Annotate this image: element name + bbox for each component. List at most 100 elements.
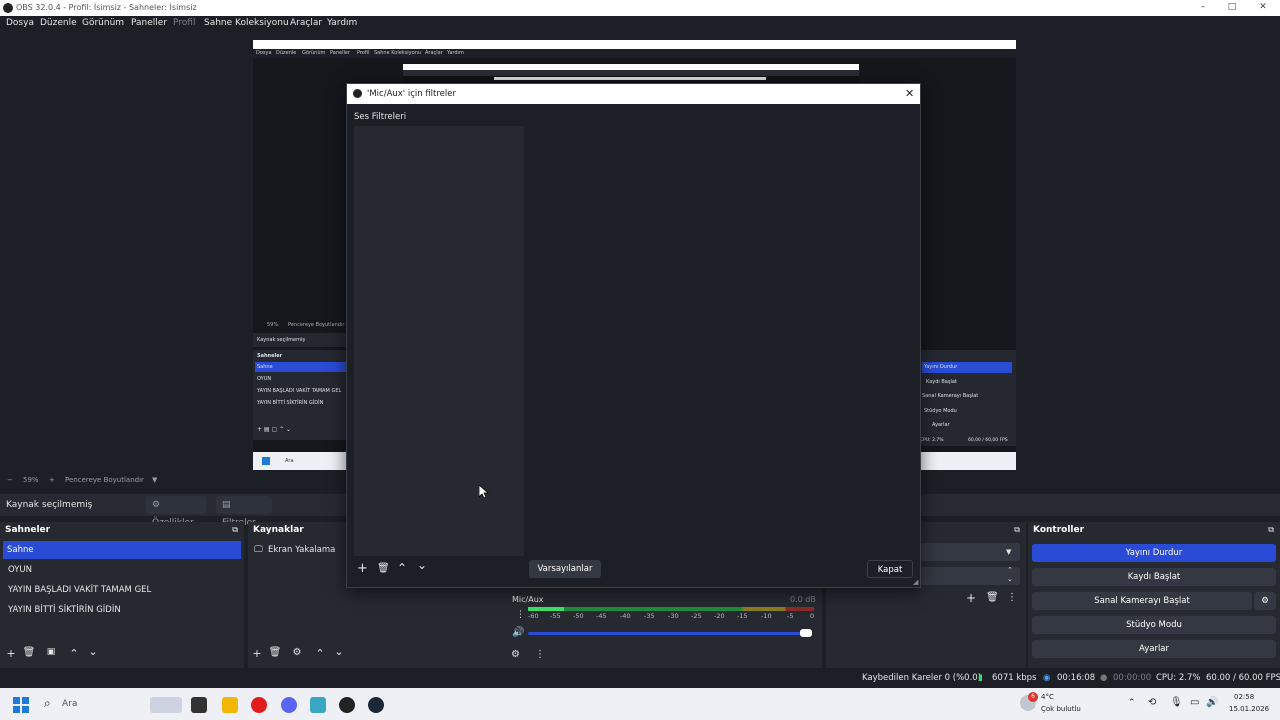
menu-tools[interactable]: Araçlar <box>290 18 322 28</box>
meter-ticks: -60 -55 -50 -45 -40 -35 -30 -25 -20 -15 … <box>528 612 814 620</box>
tray-chevron-icon[interactable]: ⌃ <box>1128 698 1136 708</box>
move-down-icon[interactable]: ⌄ <box>86 645 100 658</box>
chevron-down-icon[interactable]: ⌄ <box>1007 575 1013 583</box>
taskbar-search[interactable]: Ara <box>62 699 77 709</box>
windows-start-icon[interactable] <box>13 697 29 713</box>
mixer-db-value: 0.0 dB <box>790 595 816 604</box>
nested-tray <box>920 452 1016 470</box>
advanced-audio-icon[interactable]: ⚙ <box>511 649 520 660</box>
chevron-down-icon[interactable]: ▼ <box>152 476 157 484</box>
steam-icon[interactable] <box>368 697 384 713</box>
scene-item[interactable]: YAYIN BİTTİ SİKTİRİN GİDİN <box>4 601 240 619</box>
remove-source-button[interactable]: 🗑 <box>268 647 282 658</box>
menu-edit[interactable]: Düzenle <box>40 18 77 28</box>
no-source-label: Kaynak seçilmemiş <box>6 500 93 510</box>
close-window-button[interactable]: ✕ <box>1256 2 1270 12</box>
fit-to-window-dropdown[interactable]: Pencereye Boyutlandır <box>65 476 144 484</box>
mixer-channel-name: Mic/Aux <box>512 595 544 604</box>
search-icon[interactable]: ⌕ <box>44 696 51 711</box>
discord-icon[interactable] <box>281 697 297 713</box>
app-icon[interactable] <box>310 697 326 713</box>
add-filter-button[interactable]: + <box>357 561 368 576</box>
clock-date[interactable]: 15.01.2026 <box>1229 705 1269 713</box>
add-scene-button[interactable]: + <box>4 647 18 660</box>
mic-icon[interactable]: 🎙 <box>1170 697 1183 708</box>
transition-select[interactable] <box>916 543 1020 561</box>
more-vertical-icon[interactable]: ⋮ <box>535 649 545 660</box>
menu-help[interactable]: Yardım <box>327 18 357 28</box>
resize-grip-icon[interactable]: ◢ <box>913 578 918 586</box>
zoom-in-button[interactable]: + <box>49 476 55 484</box>
nested-menu-item: Düzenle <box>276 50 297 56</box>
minimize-button[interactable]: – <box>1196 2 1210 12</box>
maximize-button[interactable]: □ <box>1225 2 1239 12</box>
dropped-frames: Kaybedilen Kareler 0 (%0.0) <box>862 673 982 683</box>
tick-label: -60 <box>528 612 539 620</box>
scene-filters-icon[interactable]: ▣ <box>44 647 58 657</box>
volume-slider-handle[interactable] <box>800 629 812 637</box>
more-vertical-icon[interactable]: ⋮ <box>516 610 525 620</box>
opera-icon[interactable] <box>251 697 267 713</box>
studio-mode-button[interactable]: Stüdyo Modu <box>1032 616 1276 634</box>
streaming-icon: ◉ <box>1043 673 1051 683</box>
remove-transition-button[interactable]: 🗑 <box>986 592 999 603</box>
nested-scene: YAYIN BAŞLADI VAKİT TAMAM GEL <box>257 388 342 394</box>
add-transition-button[interactable]: + <box>966 591 976 605</box>
clock-time[interactable]: 02:58 <box>1234 693 1254 701</box>
nested-scenes-title: Sahneler <box>257 353 283 359</box>
folder-icon[interactable] <box>222 697 238 713</box>
filters-list[interactable] <box>354 126 524 556</box>
properties-button[interactable]: ⚙ Özellikler <box>146 496 206 528</box>
menu-profile[interactable]: Profil <box>173 18 195 28</box>
move-down-icon[interactable]: ⌄ <box>332 645 346 658</box>
add-source-button[interactable]: + <box>250 647 264 660</box>
undock-icon[interactable]: ⧉ <box>1014 525 1020 535</box>
dialog-close-icon[interactable]: ✕ <box>905 87 914 100</box>
menu-docks[interactable]: Paneller <box>131 18 167 28</box>
scene-item[interactable]: YAYIN BAŞLADI VAKİT TAMAM GEL <box>4 581 240 599</box>
nested-menu-item: Araçlar <box>425 50 443 56</box>
menu-file[interactable]: Dosya <box>6 18 34 28</box>
obs-icon[interactable] <box>339 697 355 713</box>
close-button[interactable]: Kapat <box>867 560 913 578</box>
settings-button[interactable]: Ayarlar <box>1032 640 1276 658</box>
undock-icon[interactable]: ⧉ <box>232 525 238 535</box>
terminal-icon[interactable] <box>191 697 207 713</box>
zoom-out-button[interactable]: − <box>7 476 13 484</box>
scene-item[interactable]: OYUN <box>4 561 240 579</box>
move-down-icon[interactable]: ⌄ <box>417 558 427 572</box>
network-icon[interactable]: ▭ <box>1190 697 1199 708</box>
nested-scenes-dock: Sahneler Sahne OYUN YAYIN BAŞLADI VAKİT … <box>253 350 346 440</box>
undock-icon[interactable]: ⧉ <box>1268 525 1274 535</box>
tick-label: -35 <box>644 612 655 620</box>
more-vertical-icon[interactable]: ⋮ <box>1007 592 1017 603</box>
speaker-icon[interactable]: 🔊 <box>512 627 524 638</box>
tick-label: -50 <box>573 612 584 620</box>
stop-streaming-button[interactable]: Yayını Durdur <box>1032 544 1276 562</box>
gaming-widget-icon[interactable] <box>150 697 182 713</box>
move-up-icon[interactable]: ⌃ <box>397 561 407 575</box>
nested-scene: Sahne <box>257 364 273 370</box>
volume-slider[interactable] <box>528 629 812 637</box>
start-virtual-camera-button[interactable]: Sanal Kamerayı Başlat <box>1032 592 1252 610</box>
duration-spinbox[interactable] <box>916 567 1020 585</box>
defaults-button[interactable]: Varsayılanlar <box>529 560 601 578</box>
remove-filter-button[interactable]: 🗑 <box>377 563 390 574</box>
record-time: 00:00:00 <box>1113 673 1152 683</box>
nested-control: Kaydı Başlat <box>926 379 957 385</box>
filters-button[interactable]: ▤ Filtreler <box>216 496 272 528</box>
tick-label: -45 <box>596 612 607 620</box>
menu-view[interactable]: Görünüm <box>82 18 124 28</box>
menu-scene-collection[interactable]: Sahne Koleksiyonu <box>204 18 289 28</box>
chevron-up-icon[interactable]: ⌃ <box>1007 566 1013 574</box>
sync-icon[interactable]: ⟲ <box>1148 697 1156 708</box>
start-recording-button[interactable]: Kaydı Başlat <box>1032 568 1276 586</box>
volume-icon[interactable]: 🔊 <box>1206 697 1218 708</box>
virtual-camera-settings-button[interactable]: ⚙ <box>1254 592 1276 610</box>
move-up-icon[interactable]: ⌃ <box>67 647 81 660</box>
scene-item[interactable]: Sahne <box>3 541 241 559</box>
move-up-icon[interactable]: ⌃ <box>313 647 327 660</box>
source-properties-icon[interactable]: ⚙ <box>290 647 304 658</box>
chevron-down-icon[interactable]: ▼ <box>1006 548 1011 556</box>
remove-scene-button[interactable]: 🗑 <box>22 647 36 658</box>
